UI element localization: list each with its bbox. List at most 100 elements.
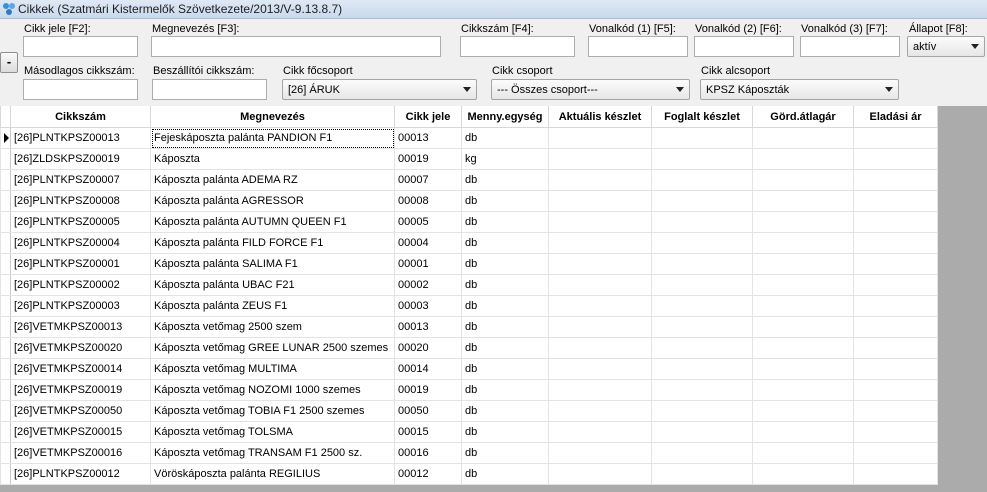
- table-cell[interactable]: Káposzta vetőmag MULTIMA: [150, 358, 395, 380]
- table-cell[interactable]: [548, 127, 652, 149]
- table-row[interactable]: [26]VETMKPSZ00015 Káposzta vetőmag TOLSMA…: [0, 421, 938, 443]
- table-row[interactable]: [26]PLNTKPSZ00001 Káposzta palánta SALIMA…: [0, 253, 938, 275]
- table-cell[interactable]: [26]VETMKPSZ00020: [10, 337, 151, 359]
- table-row[interactable]: [26]PLNTKPSZ00005 Káposzta palánta AUTUMN…: [0, 211, 938, 233]
- table-row[interactable]: [26]ZLDSKPSZ00019 Káposzta 00019 kg: [0, 148, 938, 170]
- table-cell[interactable]: db: [461, 127, 549, 149]
- table-cell[interactable]: db: [461, 253, 549, 275]
- table-cell[interactable]: [752, 316, 854, 338]
- cikkszam-input[interactable]: [460, 36, 575, 57]
- row-header[interactable]: [0, 274, 11, 296]
- table-cell[interactable]: 00019: [394, 148, 462, 170]
- table-cell[interactable]: [26]PLNTKPSZ00004: [10, 232, 151, 254]
- table-cell[interactable]: [651, 274, 753, 296]
- table-cell[interactable]: [752, 337, 854, 359]
- table-cell[interactable]: [651, 211, 753, 233]
- table-cell[interactable]: [752, 211, 854, 233]
- table-cell[interactable]: db: [461, 379, 549, 401]
- table-cell[interactable]: Káposzta vetőmag TOBIA F1 2500 szemes: [150, 400, 395, 422]
- table-cell[interactable]: [651, 253, 753, 275]
- table-cell[interactable]: Káposzta vetőmag TOLSMA: [150, 421, 395, 443]
- table-cell[interactable]: 00005: [394, 211, 462, 233]
- table-cell[interactable]: [26]PLNTKPSZ00012: [10, 463, 151, 485]
- table-cell[interactable]: [752, 421, 854, 443]
- table-cell[interactable]: [26]VETMKPSZ00016: [10, 442, 151, 464]
- table-cell[interactable]: [752, 400, 854, 422]
- table-cell[interactable]: db: [461, 421, 549, 443]
- row-header[interactable]: [0, 421, 11, 443]
- table-cell[interactable]: db: [461, 337, 549, 359]
- table-cell[interactable]: [548, 400, 652, 422]
- table-cell[interactable]: [548, 190, 652, 212]
- table-cell[interactable]: [853, 274, 938, 296]
- table-cell[interactable]: [853, 232, 938, 254]
- table-cell[interactable]: [752, 148, 854, 170]
- table-cell[interactable]: [853, 316, 938, 338]
- table-cell[interactable]: [651, 421, 753, 443]
- table-cell[interactable]: [548, 295, 652, 317]
- table-cell[interactable]: [548, 463, 652, 485]
- table-cell[interactable]: [26]PLNTKPSZ00001: [10, 253, 151, 275]
- row-header[interactable]: [0, 463, 11, 485]
- table-cell[interactable]: [752, 127, 854, 149]
- table-cell[interactable]: Káposzta: [150, 148, 395, 170]
- table-cell[interactable]: [548, 358, 652, 380]
- column-header[interactable]: Eladási ár: [853, 106, 938, 128]
- table-row[interactable]: [26]VETMKPSZ00016 Káposzta vetőmag TRANSA…: [0, 442, 938, 464]
- table-cell[interactable]: [26]PLNTKPSZ00007: [10, 169, 151, 191]
- table-cell[interactable]: [853, 442, 938, 464]
- table-cell[interactable]: Káposzta palánta AUTUMN QUEEN F1: [150, 211, 395, 233]
- row-header[interactable]: [0, 316, 11, 338]
- row-header[interactable]: [0, 253, 11, 275]
- masodlagos-input[interactable]: [23, 79, 138, 100]
- row-header[interactable]: [0, 358, 11, 380]
- table-cell[interactable]: db: [461, 211, 549, 233]
- table-cell[interactable]: [548, 316, 652, 338]
- table-cell[interactable]: [853, 169, 938, 191]
- table-cell[interactable]: [548, 148, 652, 170]
- column-header[interactable]: Menny.egység: [461, 106, 549, 128]
- table-cell[interactable]: db: [461, 169, 549, 191]
- table-cell[interactable]: 00012: [394, 463, 462, 485]
- table-cell[interactable]: 00004: [394, 232, 462, 254]
- table-cell[interactable]: 00020: [394, 337, 462, 359]
- table-cell[interactable]: [752, 358, 854, 380]
- column-header[interactable]: Görd.átlagár: [752, 106, 854, 128]
- table-cell[interactable]: [651, 169, 753, 191]
- table-cell[interactable]: [853, 253, 938, 275]
- column-header[interactable]: Cikk jele: [394, 106, 462, 128]
- table-cell[interactable]: [26]VETMKPSZ00014: [10, 358, 151, 380]
- table-row[interactable]: [26]PLNTKPSZ00013 Fejeskáposzta palánta P…: [0, 127, 938, 149]
- table-cell[interactable]: [752, 463, 854, 485]
- table-cell[interactable]: [853, 358, 938, 380]
- collapse-filter-button[interactable]: -: [0, 52, 18, 73]
- table-cell[interactable]: Káposzta palánta SALIMA F1: [150, 253, 395, 275]
- table-cell[interactable]: [752, 190, 854, 212]
- table-row[interactable]: [26]VETMKPSZ00050 Káposzta vetőmag TOBIA …: [0, 400, 938, 422]
- table-cell[interactable]: db: [461, 358, 549, 380]
- table-row[interactable]: [26]PLNTKPSZ00002 Káposzta palánta UBAC F…: [0, 274, 938, 296]
- table-cell[interactable]: [752, 442, 854, 464]
- row-header[interactable]: [0, 442, 11, 464]
- table-cell[interactable]: [26]PLNTKPSZ00005: [10, 211, 151, 233]
- table-cell[interactable]: Káposzta vetőmag TRANSAM F1 2500 sz.: [150, 442, 395, 464]
- table-row[interactable]: [26]VETMKPSZ00014 Káposzta vetőmag MULTIM…: [0, 358, 938, 380]
- table-cell[interactable]: [651, 316, 753, 338]
- row-header[interactable]: [0, 211, 11, 233]
- table-cell[interactable]: Káposzta palánta FILD FORCE F1: [150, 232, 395, 254]
- table-cell[interactable]: Káposzta vetőmag GREE LUNAR 2500 szemes: [150, 337, 395, 359]
- table-cell[interactable]: [853, 400, 938, 422]
- table-cell[interactable]: 00014: [394, 358, 462, 380]
- table-cell[interactable]: [26]VETMKPSZ00050: [10, 400, 151, 422]
- table-cell[interactable]: [752, 295, 854, 317]
- table-cell[interactable]: 00002: [394, 274, 462, 296]
- table-cell[interactable]: [651, 400, 753, 422]
- row-header[interactable]: [0, 127, 11, 149]
- table-cell[interactable]: Káposzta vetőmag NOZOMI 1000 szemes: [150, 379, 395, 401]
- table-cell[interactable]: [26]PLNTKPSZ00003: [10, 295, 151, 317]
- column-header[interactable]: Aktuális készlet: [548, 106, 652, 128]
- table-cell[interactable]: [651, 337, 753, 359]
- csoport-select[interactable]: --- Összes csoport---: [491, 79, 690, 100]
- table-row[interactable]: [26]PLNTKPSZ00004 Káposzta palánta FILD F…: [0, 232, 938, 254]
- table-cell[interactable]: db: [461, 232, 549, 254]
